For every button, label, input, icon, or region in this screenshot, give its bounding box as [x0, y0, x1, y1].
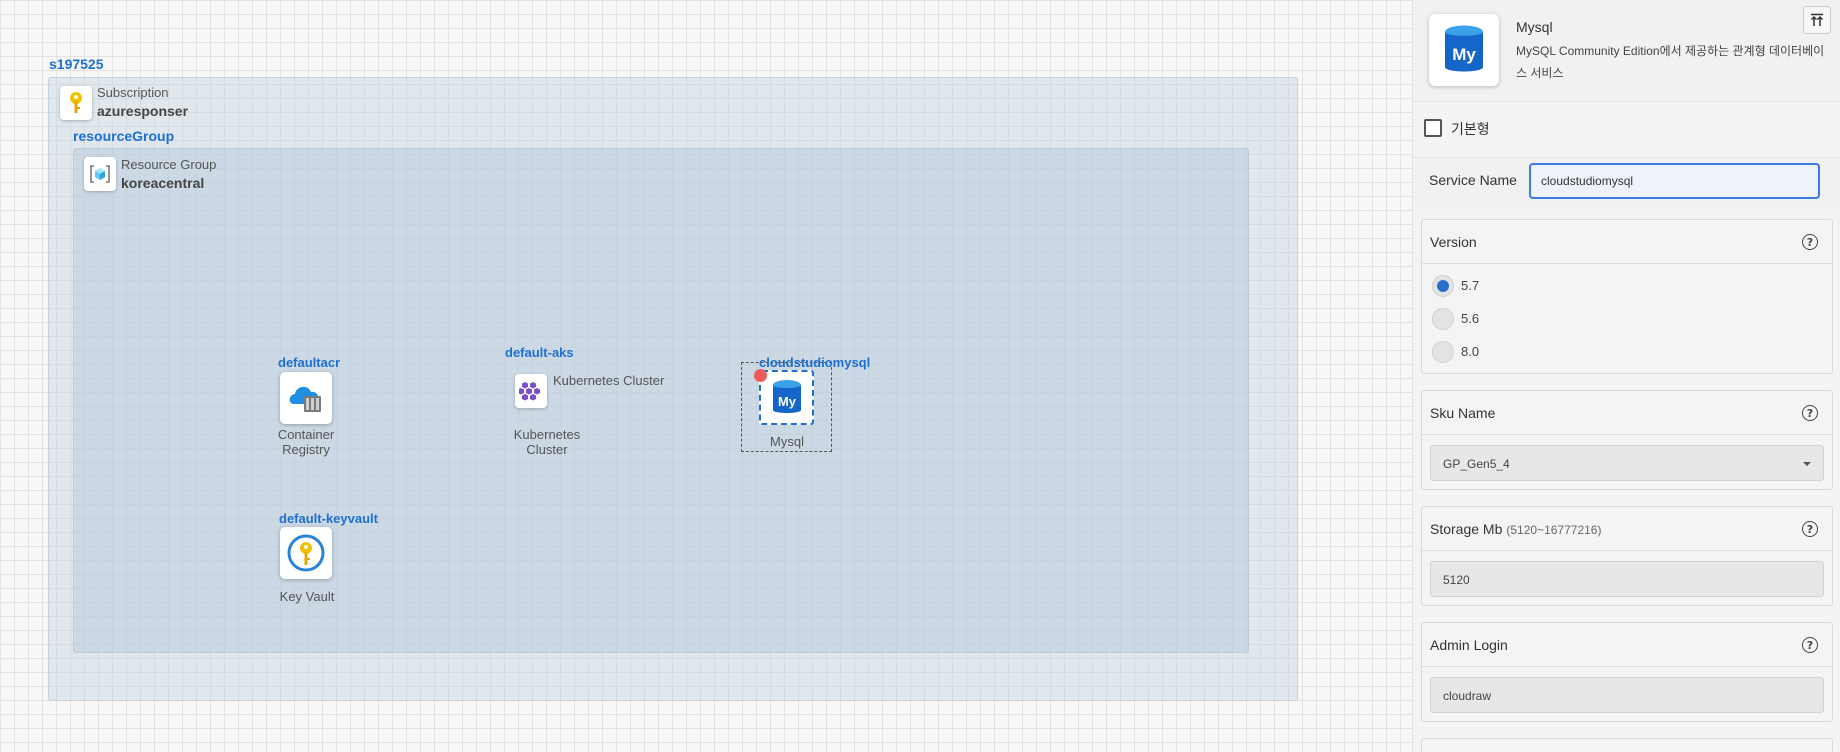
service-name-input[interactable] — [1529, 163, 1820, 199]
mysql-icon[interactable]: My — [759, 370, 814, 425]
resource-group-icon[interactable] — [84, 157, 116, 191]
version-card-header: Version ? — [1422, 220, 1832, 264]
aks-caption-line2: Cluster — [526, 442, 568, 457]
service-name-label: Service Name — [1429, 172, 1517, 188]
sku-card: Sku Name ? GP_Gen5_4 — [1421, 390, 1833, 490]
version-title: Version — [1430, 234, 1477, 250]
admin-login-card-header: Admin Login ? — [1422, 623, 1832, 667]
container-registry-icon[interactable] — [280, 372, 332, 424]
sku-help-icon[interactable]: ? — [1802, 405, 1818, 421]
acr-node-caption: Container Registry — [268, 427, 344, 457]
subscription-type-label: Subscription — [97, 85, 169, 100]
mysql-node-caption: Mysql — [770, 434, 804, 449]
aks-node-caption: Kubernetes Cluster — [504, 427, 590, 457]
radio-button[interactable] — [1432, 308, 1454, 330]
admin-login-title: Admin Login — [1430, 637, 1508, 653]
version-help-icon[interactable]: ? — [1802, 234, 1818, 250]
subscription-group-label[interactable]: s197525 — [49, 56, 104, 72]
subscription-name: azuresponser — [97, 103, 189, 119]
service-name-row: Service Name — [1413, 158, 1840, 206]
sku-select[interactable]: GP_Gen5_4 — [1430, 445, 1824, 481]
aks-inline-caption: Kubernetes Cluster — [553, 373, 665, 388]
storage-title: Storage Mb — [1430, 521, 1503, 537]
kubernetes-cluster-icon[interactable] — [515, 374, 547, 408]
basic-checkbox[interactable] — [1424, 119, 1442, 137]
admin-login-help-icon[interactable]: ? — [1802, 637, 1818, 653]
acr-caption-line2: Registry — [282, 442, 330, 457]
key-vault-icon[interactable] — [280, 527, 332, 579]
keyvault-node-caption: Key Vault — [279, 589, 335, 604]
mysql-node-label[interactable]: cloudstudiomysql — [759, 355, 870, 370]
panel-header: My Mysql MySQL Community Edition에서 제공하는 … — [1413, 0, 1840, 102]
sku-selected-value: GP_Gen5_4 — [1443, 457, 1510, 471]
resource-group-heading: Resource Group koreacentral — [121, 156, 216, 193]
version-option-label[interactable]: 5.7 — [1461, 278, 1479, 293]
storage-help-icon[interactable]: ? — [1802, 521, 1818, 537]
resource-group-name: koreacentral — [121, 175, 205, 191]
mysql-selected-indicator — [754, 369, 767, 382]
sku-card-header: Sku Name ? — [1422, 391, 1832, 435]
storage-card: Storage Mb (5120~16777216) ? 5120 — [1421, 506, 1833, 606]
acr-node-label[interactable]: defaultacr — [278, 355, 340, 370]
collapse-top-icon — [1810, 13, 1824, 26]
mysql-logo-icon: My — [1429, 14, 1499, 86]
resource-group-label[interactable]: resourceGroup — [73, 128, 174, 144]
diagram-canvas[interactable]: s197525 Subscription azuresponser resour… — [0, 0, 1412, 752]
svg-text:My: My — [1452, 45, 1476, 64]
panel-description: MySQL Community Edition에서 제공하는 관계형 데이터베이… — [1516, 44, 1825, 80]
next-card — [1421, 738, 1833, 752]
resource-group-type-label: Resource Group — [121, 157, 217, 172]
radio-button-selected[interactable] — [1432, 275, 1454, 297]
basic-option-row: 기본형 — [1413, 102, 1840, 158]
version-option-label[interactable]: 5.6 — [1461, 311, 1479, 326]
storage-title-wrap: Storage Mb (5120~16777216) — [1430, 521, 1601, 537]
svg-text:My: My — [777, 394, 796, 409]
subscription-heading: Subscription azuresponser — [97, 84, 188, 121]
version-card: Version ? 5.7 5.6 8.0 — [1421, 219, 1833, 374]
keyvault-node-label[interactable]: default-keyvault — [279, 511, 378, 526]
aks-node-label[interactable]: default-aks — [505, 345, 574, 360]
properties-panel: My Mysql MySQL Community Edition에서 제공하는 … — [1412, 0, 1840, 752]
admin-login-input[interactable]: cloudraw — [1430, 677, 1824, 713]
radio-button[interactable] — [1432, 341, 1454, 363]
storage-range-hint: (5120~16777216) — [1506, 523, 1602, 537]
storage-card-header: Storage Mb (5120~16777216) ? — [1422, 507, 1832, 551]
panel-title: Mysql — [1516, 19, 1553, 35]
subscription-key-icon[interactable] — [60, 86, 92, 120]
basic-checkbox-label[interactable]: 기본형 — [1451, 119, 1490, 139]
collapse-panel-button[interactable] — [1803, 6, 1831, 34]
sku-title: Sku Name — [1430, 405, 1496, 421]
admin-login-card: Admin Login ? cloudraw — [1421, 622, 1833, 722]
aks-caption-line1: Kubernetes — [513, 427, 581, 442]
version-option-label[interactable]: 8.0 — [1461, 344, 1479, 359]
chevron-down-icon — [1803, 462, 1811, 466]
resource-group-container[interactable] — [73, 148, 1249, 653]
storage-input[interactable]: 5120 — [1430, 561, 1824, 597]
acr-caption-line1: Container — [277, 427, 335, 442]
